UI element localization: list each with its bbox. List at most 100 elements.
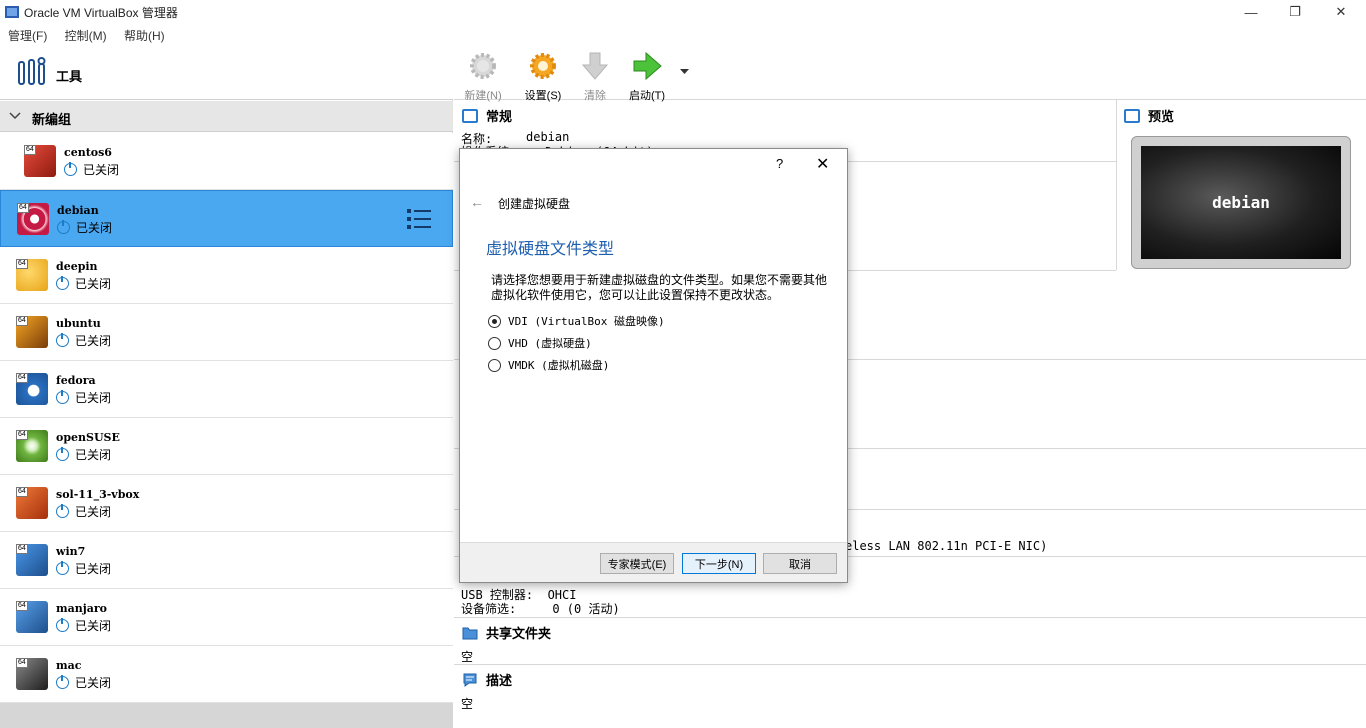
dialog-close-button[interactable]: ✕ <box>816 154 829 174</box>
help-button[interactable]: ? <box>776 156 783 171</box>
vm-item[interactable]: 64 sol-11_3-vbox 已关闭 <box>0 475 453 532</box>
radio-vmdk[interactable]: VMDK (虚拟机磁盘) <box>488 357 609 373</box>
radio-indicator <box>488 358 501 372</box>
arch-badge: 64 <box>16 373 28 383</box>
vm-item[interactable]: 64 debian 已关闭 <box>0 190 453 247</box>
dialog-titlebar: ? ✕ <box>460 149 847 179</box>
virtualbox-icon <box>5 6 19 18</box>
vm-name: openSUSE <box>56 431 120 444</box>
restore-button[interactable]: ❐ <box>1272 0 1318 24</box>
power-icon <box>56 447 69 461</box>
vm-item[interactable]: 64 centos6 已关闭 <box>0 133 453 190</box>
vm-item[interactable]: 64 mac 已关闭 <box>0 646 453 703</box>
power-icon <box>56 333 69 347</box>
back-arrow-icon[interactable]: ← <box>470 194 484 210</box>
gear-icon <box>530 53 556 79</box>
vm-status: 已关闭 <box>56 446 111 463</box>
power-icon <box>56 561 69 575</box>
arrow-right-icon <box>633 51 662 81</box>
wizard-title: 创建虚拟硬盘 <box>498 197 571 211</box>
vm-name: debian <box>57 204 99 217</box>
window-title: Oracle VM VirtualBox 管理器 <box>24 6 178 20</box>
arch-badge: 64 <box>16 544 28 554</box>
power-icon <box>56 276 69 290</box>
vm-item[interactable]: 64 fedora 已关闭 <box>0 361 453 418</box>
vm-item[interactable]: 64 ubuntu 已关闭 <box>0 304 453 361</box>
expert-mode-button[interactable]: 专家模式(E) <box>600 553 674 574</box>
arch-badge: 64 <box>17 203 29 213</box>
power-icon <box>56 390 69 404</box>
page-description: 请选择您想要用于新建虚拟磁盘的文件类型。如果您不需要其他虚拟化软件使用它，您可以… <box>491 273 828 302</box>
start-dropdown-icon[interactable] <box>680 69 689 75</box>
preview-thumbnail: debian <box>1131 136 1351 269</box>
vm-name: sol-11_3-vbox <box>56 488 140 501</box>
vm-status: 已关闭 <box>56 503 111 520</box>
vm-name: win7 <box>56 545 86 558</box>
cancel-button[interactable]: 取消 <box>763 553 837 574</box>
vm-status: 已关闭 <box>56 389 111 406</box>
preview-header[interactable]: 预览 <box>1124 106 1174 125</box>
menu-manage[interactable]: 管理(F) <box>8 27 47 44</box>
arrow-down-icon <box>581 52 609 80</box>
monitor-icon <box>1124 108 1140 123</box>
usb-filter-row: 设备筛选: 0 (0 活动) <box>461 602 620 616</box>
folder-icon <box>462 627 478 639</box>
monitor-icon <box>462 108 478 123</box>
title-bar: Oracle VM VirtualBox 管理器 — ❐ ✕ <box>0 0 1366 24</box>
vm-item[interactable]: 64 win7 已关闭 <box>0 532 453 589</box>
group-header[interactable]: 新编组 <box>0 101 453 132</box>
vm-menu-icon[interactable] <box>406 207 432 231</box>
arch-badge: 64 <box>16 601 28 611</box>
general-header[interactable]: 常规 <box>462 106 512 125</box>
vm-status: 已关闭 <box>64 161 119 178</box>
arch-badge: 64 <box>16 430 28 440</box>
arch-badge: 64 <box>16 316 28 326</box>
dialog-footer: 专家模式(E) 下一步(N) 取消 <box>460 542 847 582</box>
discard-button[interactable]: 清除 <box>570 50 620 103</box>
settings-button[interactable]: 设置(S) <box>518 50 568 103</box>
next-button[interactable]: 下一步(N) <box>682 553 756 574</box>
arch-badge: 64 <box>16 259 28 269</box>
description-header[interactable]: 描述 <box>462 670 512 689</box>
vm-item[interactable]: 64 manjaro 已关闭 <box>0 589 453 646</box>
vm-status: 已关闭 <box>56 560 111 577</box>
radio-indicator <box>488 314 501 328</box>
vm-name: ubuntu <box>56 317 101 330</box>
radio-indicator <box>488 336 501 350</box>
chevron-down-icon <box>9 112 21 120</box>
tools-item[interactable]: 工具 <box>0 44 453 100</box>
tools-label: 工具 <box>56 69 83 84</box>
group-label: 新编组 <box>32 112 72 127</box>
power-icon <box>56 675 69 689</box>
vm-status: 已关闭 <box>57 219 112 236</box>
tools-icon <box>18 57 46 85</box>
vm-status: 已关闭 <box>56 617 111 634</box>
new-icon <box>470 53 496 79</box>
speech-bubble-icon <box>463 673 477 687</box>
arch-badge: 64 <box>16 658 28 668</box>
menu-help[interactable]: 帮助(H) <box>124 27 165 44</box>
shared-folders-value: 空 <box>461 650 474 664</box>
vm-name: fedora <box>56 374 96 387</box>
radio-vdi[interactable]: VDI (VirtualBox 磁盘映像) <box>488 313 665 329</box>
start-button[interactable]: 启动(T) <box>622 50 672 103</box>
vm-name: mac <box>56 659 82 672</box>
arch-badge: 64 <box>16 487 28 497</box>
vm-sidebar: 工具 新编组 64 centos6 已关闭 64 debian 已关闭 64 d… <box>0 44 453 728</box>
vm-name: manjaro <box>56 602 108 615</box>
close-button[interactable]: ✕ <box>1318 0 1364 24</box>
create-disk-dialog: ? ✕ ← 创建虚拟硬盘 虚拟硬盘文件类型 请选择您想要用于新建虚拟磁盘的文件类… <box>459 148 848 583</box>
vm-item[interactable]: 64 deepin 已关闭 <box>0 247 453 304</box>
power-icon <box>56 504 69 518</box>
menu-control[interactable]: 控制(M) <box>65 27 107 44</box>
description-value: 空 <box>461 697 474 711</box>
radio-vhd[interactable]: VHD (虚拟硬盘) <box>488 335 592 351</box>
network-adapter-row: eless LAN 802.11n PCI-E NIC) <box>845 539 1048 553</box>
vm-item[interactable]: 64 openSUSE 已关闭 <box>0 418 453 475</box>
vm-status: 已关闭 <box>56 275 111 292</box>
shared-folders-header[interactable]: 共享文件夹 <box>462 623 551 642</box>
minimize-button[interactable]: — <box>1228 0 1274 24</box>
page-heading: 虚拟硬盘文件类型 <box>486 241 615 258</box>
new-button[interactable]: 新建(N) <box>458 50 508 103</box>
power-icon <box>57 220 70 234</box>
